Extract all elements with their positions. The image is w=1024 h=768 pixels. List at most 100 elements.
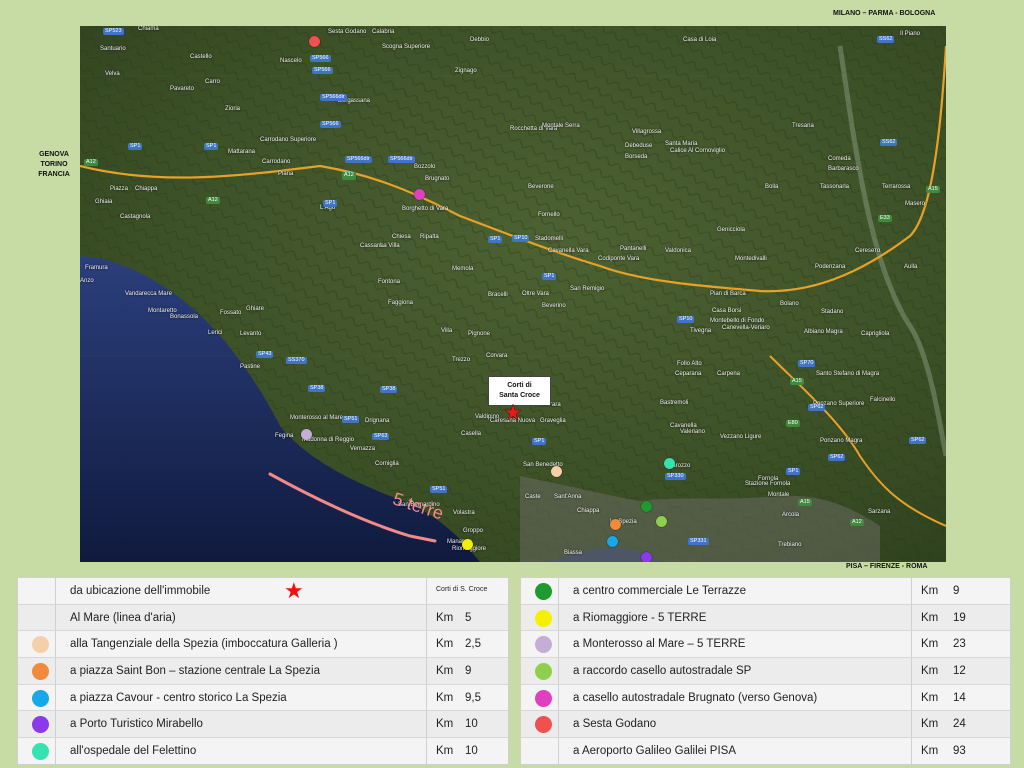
legend-row: alla Tangenziale della Spezia (imboccatu… [18,631,508,659]
place-label: San Remigio [570,286,605,292]
road-shield: SP331 [688,538,709,545]
place-label: Comeda [828,156,851,162]
map-marker-saint-bon[interactable] [609,518,621,530]
place-label: Santo Stefano di Magra [816,371,880,377]
place-label: Gravegliа [540,418,566,424]
map-marker-le-terrazze[interactable] [640,500,652,512]
place-label: Levanto [240,331,262,337]
legend-label: da ubicazione dell'immobile [70,585,211,597]
place-label: Bolla [765,184,779,190]
legend-icon-cell [18,738,56,764]
color-dot-icon [32,743,49,761]
place-label: Cavanella Vara [548,248,589,254]
color-dot-icon [32,716,49,734]
legend-row: a Monterosso al Mare – 5 TERRE Km 23 [521,631,1010,659]
place-label: Borseda [625,154,648,160]
legend-row: a Sesta Godano Km 24 [521,711,1010,739]
road-shield: A12 [850,519,864,526]
legend-row: a piazza Cavour - centro storico La Spez… [18,684,508,712]
place-label: Sesta Godano [328,29,367,35]
direction-label-west: GENOVA TORINO FRANCIA [34,150,74,180]
legend-row: Al Mare (linea d'aria) Km 5 [18,604,508,632]
map-marker-ospedale[interactable] [663,457,675,469]
legend-distance: 9 [465,665,472,678]
legend-icon-cell [521,604,559,631]
place-label: Castagnola [120,214,151,220]
legend-distance: 14 [953,691,966,704]
place-label: Faggiona [388,300,414,306]
place-label: Stadomelli [535,236,564,242]
place-label: Piana [278,171,294,177]
place-label: Canevella-Veriaro [722,325,770,331]
road-shield: SP63 [372,433,390,440]
road-shield: SP566dir [388,156,415,163]
road-shield: SP38 [308,385,326,392]
legend-distance: 93 [953,745,966,758]
place-label: Falcinello [870,397,896,403]
place-label: Valdonica [665,248,691,254]
place-label: Pavareto [170,86,195,92]
place-label: Anzo [80,278,94,284]
road-shield: E33 [878,215,892,222]
place-label: Montedivalli [735,256,767,262]
place-label: Bozzolo [414,164,436,170]
legend-icon-cell [521,738,559,764]
place-label: Stadano [821,309,844,315]
place-label: Biassa [564,550,583,556]
place-label: Villagrossa [632,129,662,135]
map-marker-tangenziale[interactable] [550,465,562,477]
place-label: Genicciola [717,227,746,233]
legend-row: a casello autostradale Brugnato (verso G… [521,684,1010,712]
road-shield: A12 [342,172,356,179]
place-label: Ripalta [420,234,439,240]
color-dot-icon [535,689,552,707]
direction-line: GENOVA [39,151,69,158]
map-marker-cavour[interactable] [606,535,618,547]
place-label: Zignago [455,68,477,74]
road-shield: SP38 [380,386,398,393]
legend-distance: 10 [465,745,478,758]
map-marker-monterosso[interactable] [300,428,312,440]
place-label: Pian di Barca [710,291,746,297]
road-shield: SP1 [323,200,338,207]
color-dot-icon [32,663,49,681]
place-label: Masero [905,201,926,207]
legend-row: a Porto Turistico Mirabello Km 10 [18,711,508,739]
road-shield: SP62 [909,437,927,444]
legend-unit: Km [921,691,939,704]
road-shield: SS62 [877,36,895,43]
place-label: Brugnato [425,176,450,182]
legend-unit: Km [921,745,939,758]
map-marker-raccordo[interactable] [655,515,667,527]
legend-unit: Km [921,638,939,651]
place-label: Arcola [782,512,800,518]
legend-distance: 23 [953,638,966,651]
road-shield: SP62 [808,404,826,411]
color-dot-icon [535,663,552,681]
map-marker-brugnato[interactable] [413,188,425,200]
road-shield: SP43 [256,351,274,358]
place-label: Ghiare [246,306,265,312]
legend-unit: Km [921,585,939,597]
place-label: Volastra [453,510,475,516]
property-star-icon[interactable] [505,404,521,420]
place-label: Nascelo [280,58,302,64]
place-label: Mattarana [228,149,256,155]
place-label: Terrarossa [882,184,911,190]
place-label: Monterosso al Mare [290,415,344,421]
place-label: Velva [105,71,120,77]
place-label: Chiappa [135,186,158,192]
place-label: Codiponte Vara [598,256,640,262]
map-marker-riomaggiore[interactable] [461,538,473,550]
place-label: Piazza [110,186,129,192]
map-marker-mirabello[interactable] [640,551,652,562]
legend-distance: 5 [465,611,472,624]
satellite-map[interactable]: Sesta Godano Calabria Scogna Superiore Debb… [80,26,946,562]
place-label: Villa [441,328,453,334]
direction-label-north-east: MILANO – PARMA - BOLOGNA [833,10,936,17]
place-label: Framura [85,265,108,271]
place-label: Carrodano [262,159,291,165]
map-marker-sesta-godano[interactable] [308,35,320,47]
place-label: Aulla [904,264,918,270]
road-shield: SP566dir [320,94,347,101]
